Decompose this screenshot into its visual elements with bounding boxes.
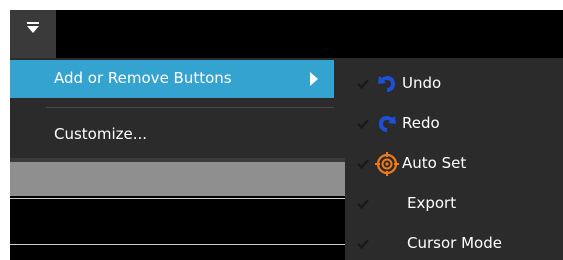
redo-icon: [379, 116, 396, 132]
add-remove-buttons-submenu: Undo Redo Auto Set Export Cursor Mode: [345, 58, 563, 260]
quick-access-toolbar: [10, 10, 563, 58]
checkmark-icon: [357, 159, 369, 170]
submenu-item-export[interactable]: Export: [345, 184, 563, 224]
auto-set-icon: [375, 152, 399, 176]
menu-separator: [46, 107, 334, 108]
menu-item-add-or-remove-buttons[interactable]: Add or Remove Buttons: [10, 60, 334, 98]
background-panel: [10, 162, 345, 196]
checkmark-icon: [357, 239, 369, 250]
submenu-item-redo[interactable]: Redo: [345, 104, 563, 144]
submenu-item-label: Auto Set: [402, 154, 467, 172]
dropdown-triangle-icon: [27, 22, 39, 33]
submenu-item-label: Export: [407, 194, 457, 212]
customize-menu: Add or Remove Buttons Customize...: [10, 58, 345, 158]
panel-divider: [10, 198, 345, 199]
menu-item-label: Customize...: [54, 125, 148, 143]
submenu-item-label: Cursor Mode: [407, 234, 502, 252]
checkmark-icon: [357, 199, 369, 210]
submenu-item-cursor-mode[interactable]: Cursor Mode: [345, 224, 563, 260]
submenu-arrow-icon: [310, 72, 318, 86]
checkmark-icon: [357, 79, 369, 90]
submenu-item-label: Undo: [402, 74, 442, 92]
menu-item-label: Add or Remove Buttons: [54, 69, 232, 87]
window-frame: Add or Remove Buttons Customize... Undo: [0, 0, 563, 260]
submenu-item-label: Redo: [402, 114, 440, 132]
submenu-item-undo[interactable]: Undo: [345, 64, 563, 104]
checkmark-icon: [357, 119, 369, 130]
panel-divider: [10, 244, 345, 245]
menu-item-customize[interactable]: Customize...: [10, 118, 334, 152]
submenu-item-auto-set[interactable]: Auto Set: [345, 144, 563, 184]
app-area: Add or Remove Buttons Customize... Undo: [10, 10, 563, 260]
customize-quick-access-button[interactable]: [10, 10, 56, 58]
undo-icon: [378, 76, 395, 92]
